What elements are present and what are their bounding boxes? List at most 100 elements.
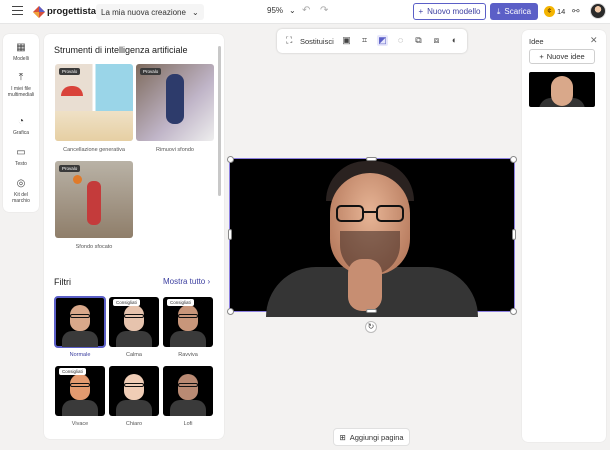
tool-label: Sfondo sfocato	[75, 244, 113, 250]
filter-calm[interactable]: Consigliati Calma	[109, 297, 159, 358]
recommended-badge: Consigliati	[167, 299, 194, 306]
brand-kit-icon: ◎	[16, 178, 26, 189]
resize-handle-bottom[interactable]	[366, 309, 377, 313]
redo-icon[interactable]: ↷	[320, 5, 328, 16]
resize-handle-top-left[interactable]	[227, 156, 234, 163]
filter-lofi[interactable]: Lofi	[163, 366, 213, 427]
filter-label: Chiaro	[125, 421, 143, 427]
tool-thumbnail: Provalo	[136, 64, 214, 141]
show-all-link[interactable]: Mostra tutto ›	[163, 277, 210, 286]
tool-thumbnail: Provalo	[55, 64, 133, 141]
filter-thumbnail	[163, 366, 213, 416]
rail-item-templates[interactable]: ▦ Modelli	[3, 42, 39, 62]
tool-generative-erase[interactable]: Provalo Cancellazione generativa	[55, 64, 133, 153]
filter-label: Normale	[69, 352, 91, 358]
rail-item-label: Testo	[15, 161, 27, 167]
scrollbar[interactable]	[218, 46, 221, 196]
download-icon: ⤓	[496, 6, 501, 16]
new-template-button[interactable]: + Nuovo modello	[413, 3, 486, 20]
filter-vivid[interactable]: Consigliati Vivace	[55, 366, 105, 427]
new-template-label: Nuovo modello	[427, 7, 481, 16]
filter-label: Vivace	[71, 421, 89, 427]
resize-handle-left[interactable]	[228, 229, 232, 240]
recommended-badge: Consigliati	[59, 368, 86, 375]
resize-handle-right[interactable]	[512, 229, 516, 240]
download-button[interactable]: ⤓ Scarica	[490, 3, 538, 20]
zoom-dropdown[interactable]: 95% ⌄	[267, 6, 296, 15]
effects-icon[interactable]: ◩	[377, 35, 388, 46]
zoom-level: 95%	[267, 6, 284, 15]
filters-title: Filtri	[54, 277, 71, 287]
tool-remove-background[interactable]: Provalo Rimuovi sfondo	[136, 64, 214, 153]
image-adjust-icon[interactable]: ▣	[341, 35, 352, 46]
replace-button[interactable]: Sostituisci	[300, 37, 334, 46]
ideas-panel: Idee ✕ + Nuove idee	[522, 30, 606, 442]
filter-thumbnail	[54, 296, 106, 348]
logo-icon	[33, 6, 45, 18]
remove-background-icon[interactable]: ⧉	[413, 35, 424, 46]
canvas-image[interactable]	[229, 158, 515, 317]
try-badge: Provalo	[59, 165, 81, 172]
resize-handle-bottom-right[interactable]	[510, 308, 517, 315]
add-page-icon: ⊞	[339, 432, 346, 442]
image-toolbar: ⛶ Sostituisci ▣ ⌗ ◩ ◌ ⧉ ⧈ ◐	[277, 29, 467, 53]
idea-thumbnail[interactable]	[529, 72, 595, 107]
avatar[interactable]	[590, 3, 606, 19]
tool-label: Rimuovi sfondo	[156, 147, 194, 153]
try-badge: Provalo	[140, 68, 162, 75]
resize-handle-top-right[interactable]	[510, 156, 517, 163]
left-rail: ▦ Modelli ⤒ I miei file multimediali ◔ G…	[3, 34, 39, 212]
filter-label: Lofi	[183, 421, 193, 427]
arrange-icon[interactable]: ⧈	[431, 35, 442, 46]
close-icon[interactable]: ✕	[590, 35, 598, 46]
filter-thumbnail: Consigliati	[163, 297, 213, 347]
filter-thumbnail: Consigliati	[109, 297, 159, 347]
rail-item-text[interactable]: ▭ Testo	[3, 147, 39, 167]
text-icon: ▭	[16, 147, 26, 158]
rotate-icon[interactable]: ↻	[365, 321, 377, 333]
tool-label: Cancellazione generativa	[63, 147, 125, 153]
coin-icon[interactable]: ¢	[544, 6, 555, 17]
rail-item-graphics[interactable]: ◔ Grafica	[3, 116, 39, 136]
chevron-right-icon: ›	[207, 277, 211, 286]
filter-label: Calma	[126, 352, 142, 358]
chevron-down-icon: ⌄	[289, 6, 296, 15]
rail-item-label: Modelli	[13, 56, 29, 62]
brand-name: progettista	[47, 6, 97, 17]
rail-item-label: Kit del marchio	[12, 192, 30, 204]
tool-blur-background[interactable]: Provalo Sfondo sfocato	[55, 161, 133, 250]
rail-item-label: Grafica	[12, 130, 30, 136]
menu-icon[interactable]	[12, 6, 23, 16]
panel-title: Strumenti di intelligenza artificiale	[54, 45, 188, 55]
tools-panel: Strumenti di intelligenza artificiale Pr…	[44, 34, 224, 439]
add-page-label: Aggiungi pagina	[349, 432, 404, 442]
new-ideas-button[interactable]: + Nuove idee	[529, 49, 595, 64]
filter-revive[interactable]: Consigliati Ravviva	[163, 297, 213, 358]
filter-light[interactable]: Chiaro	[109, 366, 159, 427]
resize-handle-top[interactable]	[366, 157, 377, 161]
download-label: Scarica	[504, 7, 532, 16]
plus-icon: +	[539, 52, 544, 61]
tool-thumbnail: Provalo	[55, 161, 133, 238]
filter-label: Ravviva	[178, 352, 198, 358]
new-ideas-label: Nuove idee	[546, 52, 585, 61]
undo-icon[interactable]: ↶	[302, 5, 310, 16]
opacity-icon[interactable]: ◐	[449, 35, 460, 45]
top-bar: progettista La mia nuova creazione ⌄ 95%…	[0, 0, 610, 24]
replace-image-icon[interactable]: ⛶	[286, 35, 292, 46]
coin-count: 14	[557, 7, 566, 16]
shapes-icon: ◔	[17, 116, 25, 127]
document-name: La mia nuova creazione	[101, 7, 186, 17]
rail-item-label: I miei file multimediali	[7, 86, 35, 98]
shape-mask-icon[interactable]: ◌	[395, 35, 406, 45]
filter-normal[interactable]: Normale	[54, 296, 106, 358]
crop-icon[interactable]: ⌗	[359, 35, 370, 46]
try-badge: Provalo	[59, 68, 81, 75]
recommended-badge: Consigliati	[113, 299, 140, 306]
resize-handle-bottom-left[interactable]	[227, 308, 234, 315]
rail-item-media[interactable]: ⤒ I miei file multimediali	[3, 72, 39, 98]
add-page-button[interactable]: ⊞ Aggiungi pagina	[333, 428, 410, 446]
share-icon[interactable]: ⚯	[572, 6, 580, 17]
document-name-dropdown[interactable]: La mia nuova creazione ⌄	[96, 4, 204, 20]
rail-item-brand-kit[interactable]: ◎ Kit del marchio	[3, 178, 39, 204]
